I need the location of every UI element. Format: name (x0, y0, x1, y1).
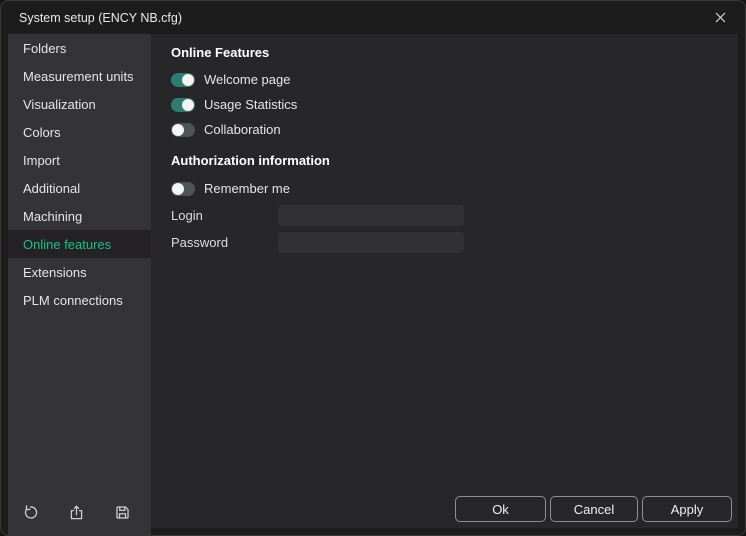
welcome-page-label: Welcome page (204, 72, 290, 87)
usage-statistics-label: Usage Statistics (204, 97, 297, 112)
sidebar: Folders Measurement units Visualization … (8, 34, 151, 535)
ok-button[interactable]: Ok (455, 496, 546, 522)
welcome-page-row: Welcome page (171, 67, 738, 92)
password-input[interactable] (278, 232, 464, 253)
sidebar-item-additional[interactable]: Additional (8, 174, 151, 202)
usage-statistics-toggle[interactable] (171, 98, 195, 112)
sidebar-item-visualization[interactable]: Visualization (8, 90, 151, 118)
cancel-button[interactable]: Cancel (550, 496, 638, 522)
apply-button[interactable]: Apply (642, 496, 732, 522)
sidebar-item-import[interactable]: Import (8, 146, 151, 174)
login-row: Login (171, 202, 738, 229)
reset-icon[interactable] (21, 503, 39, 521)
remember-me-toggle[interactable] (171, 182, 195, 196)
save-icon[interactable] (113, 503, 131, 521)
collaboration-label: Collaboration (204, 122, 281, 137)
titlebar: System setup (ENCY NB.cfg) (1, 1, 745, 34)
remember-me-label: Remember me (204, 181, 290, 196)
close-icon[interactable] (705, 5, 735, 31)
window-title: System setup (ENCY NB.cfg) (19, 11, 182, 25)
password-label: Password (171, 235, 278, 250)
collaboration-row: Collaboration (171, 117, 738, 142)
login-input[interactable] (278, 205, 464, 226)
dialog-body: Folders Measurement units Visualization … (8, 34, 738, 535)
collaboration-toggle[interactable] (171, 123, 195, 137)
welcome-page-toggle[interactable] (171, 73, 195, 87)
sidebar-item-machining[interactable]: Machining (8, 202, 151, 230)
sidebar-item-extensions[interactable]: Extensions (8, 258, 151, 286)
sidebar-item-measurement-units[interactable]: Measurement units (8, 62, 151, 90)
export-icon[interactable] (67, 503, 85, 521)
sidebar-item-colors[interactable]: Colors (8, 118, 151, 146)
settings-panel: Online Features Welcome page Usage Stati… (151, 34, 738, 528)
authorization-heading: Authorization information (171, 151, 738, 171)
sidebar-item-online-features[interactable]: Online features (8, 230, 151, 258)
dialog-button-bar: Ok Cancel Apply (455, 496, 732, 522)
online-features-heading: Online Features (171, 43, 738, 63)
sidebar-footer (8, 503, 131, 521)
password-row: Password (171, 229, 738, 256)
usage-statistics-row: Usage Statistics (171, 92, 738, 117)
sidebar-item-plm-connections[interactable]: PLM connections (8, 286, 151, 314)
login-label: Login (171, 208, 278, 223)
system-setup-dialog: System setup (ENCY NB.cfg) Folders Measu… (0, 0, 746, 536)
remember-me-row: Remember me (171, 175, 738, 202)
sidebar-item-folders[interactable]: Folders (8, 34, 151, 62)
